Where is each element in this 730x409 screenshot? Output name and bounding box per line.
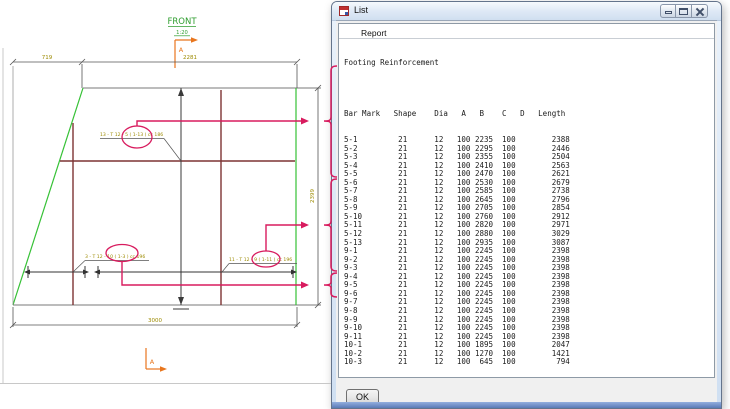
rebar-lines — [60, 90, 295, 305]
close-button[interactable] — [692, 4, 708, 18]
section-marker-bottom-label: A — [150, 358, 155, 366]
dialog-bottom-frame — [332, 402, 721, 408]
report-blank-line — [344, 85, 712, 94]
list-window: List Report Footing Reinforcement Bar Ma… — [331, 1, 722, 409]
dim-719: 719 — [42, 55, 53, 61]
minimize-button[interactable] — [660, 4, 676, 18]
minimize-icon — [665, 11, 672, 14]
menu-separator — [339, 38, 714, 39]
section-axis — [173, 88, 189, 310]
dim-2399: 2399 — [310, 189, 316, 203]
titlebar[interactable]: List — [332, 2, 721, 21]
ellipse-mark9 — [251, 250, 281, 268]
list-app-icon — [339, 6, 349, 16]
report-content: Footing Reinforcement Bar Mark Shape Dia… — [344, 42, 712, 384]
footing-outline — [12, 66, 321, 306]
excavation-slope-line — [12, 87, 84, 306]
screen: List Report Footing Reinforcement Bar Ma… — [0, 0, 730, 409]
report-panel: Report Footing Reinforcement Bar Mark Sh… — [338, 23, 715, 378]
dimension-top — [9, 58, 301, 88]
view-title: FRONT — [167, 17, 197, 27]
bar-label-10: 3 - T 12 - 10 ( 1-3 ) cc 196 — [85, 254, 145, 260]
window-title: List — [354, 5, 369, 15]
maximize-button[interactable] — [676, 4, 692, 18]
close-icon — [696, 8, 704, 16]
dim-3000: 3000 — [148, 318, 162, 324]
bar-label-9: 11 - T 12 - 9 ( 1-11 ) cc 196 — [229, 257, 292, 263]
view-scale: 1:20 — [176, 30, 188, 36]
bar-label-5: 13 - T 12 - 5 ( 1-13 ) cc 186 — [100, 132, 163, 138]
annotation-arrows — [121, 117, 309, 289]
bottom-bar-mark9 — [94, 266, 297, 278]
bar-label-10-group: 3 - T 12 - 10 ( 1-3 ) cc 196 — [72, 254, 149, 273]
report-rows: 5-1 21 12 100 2235 100 2388 5-2 21 12 100… — [344, 135, 712, 367]
dim-2281: 2281 — [183, 55, 197, 61]
dialog-client-area: Report Footing Reinforcement Bar Mark Sh… — [336, 20, 717, 405]
section-marker-top-label: A — [179, 46, 184, 54]
dimension-right — [314, 84, 322, 309]
dimension-bottom — [9, 307, 301, 329]
section-marker-top — [174, 37, 198, 68]
report-heading: Footing Reinforcement — [344, 58, 439, 68]
annotation-ellipses — [105, 125, 281, 268]
ellipse-mark5 — [121, 125, 153, 149]
maximize-icon — [679, 8, 688, 15]
view-title-block: FRONT 1:20 — [167, 17, 197, 37]
report-row: 10-3 21 12 100 645 100 794 — [344, 357, 570, 367]
caption-buttons — [660, 4, 709, 18]
bar-label-9-group: 11 - T 12 - 9 ( 1-11 ) cc 196 — [221, 257, 297, 273]
section-marker-bottom — [145, 348, 167, 372]
canvas-border — [0, 48, 331, 384]
bottom-bar-mark10 — [24, 266, 89, 278]
report-header-row: Bar Mark Shape Dia A B C D Length — [344, 109, 566, 119]
bar-label-5-group: 13 - T 12 - 5 ( 1-13 ) cc 186 — [100, 132, 182, 162]
ellipse-mark10 — [105, 243, 139, 263]
